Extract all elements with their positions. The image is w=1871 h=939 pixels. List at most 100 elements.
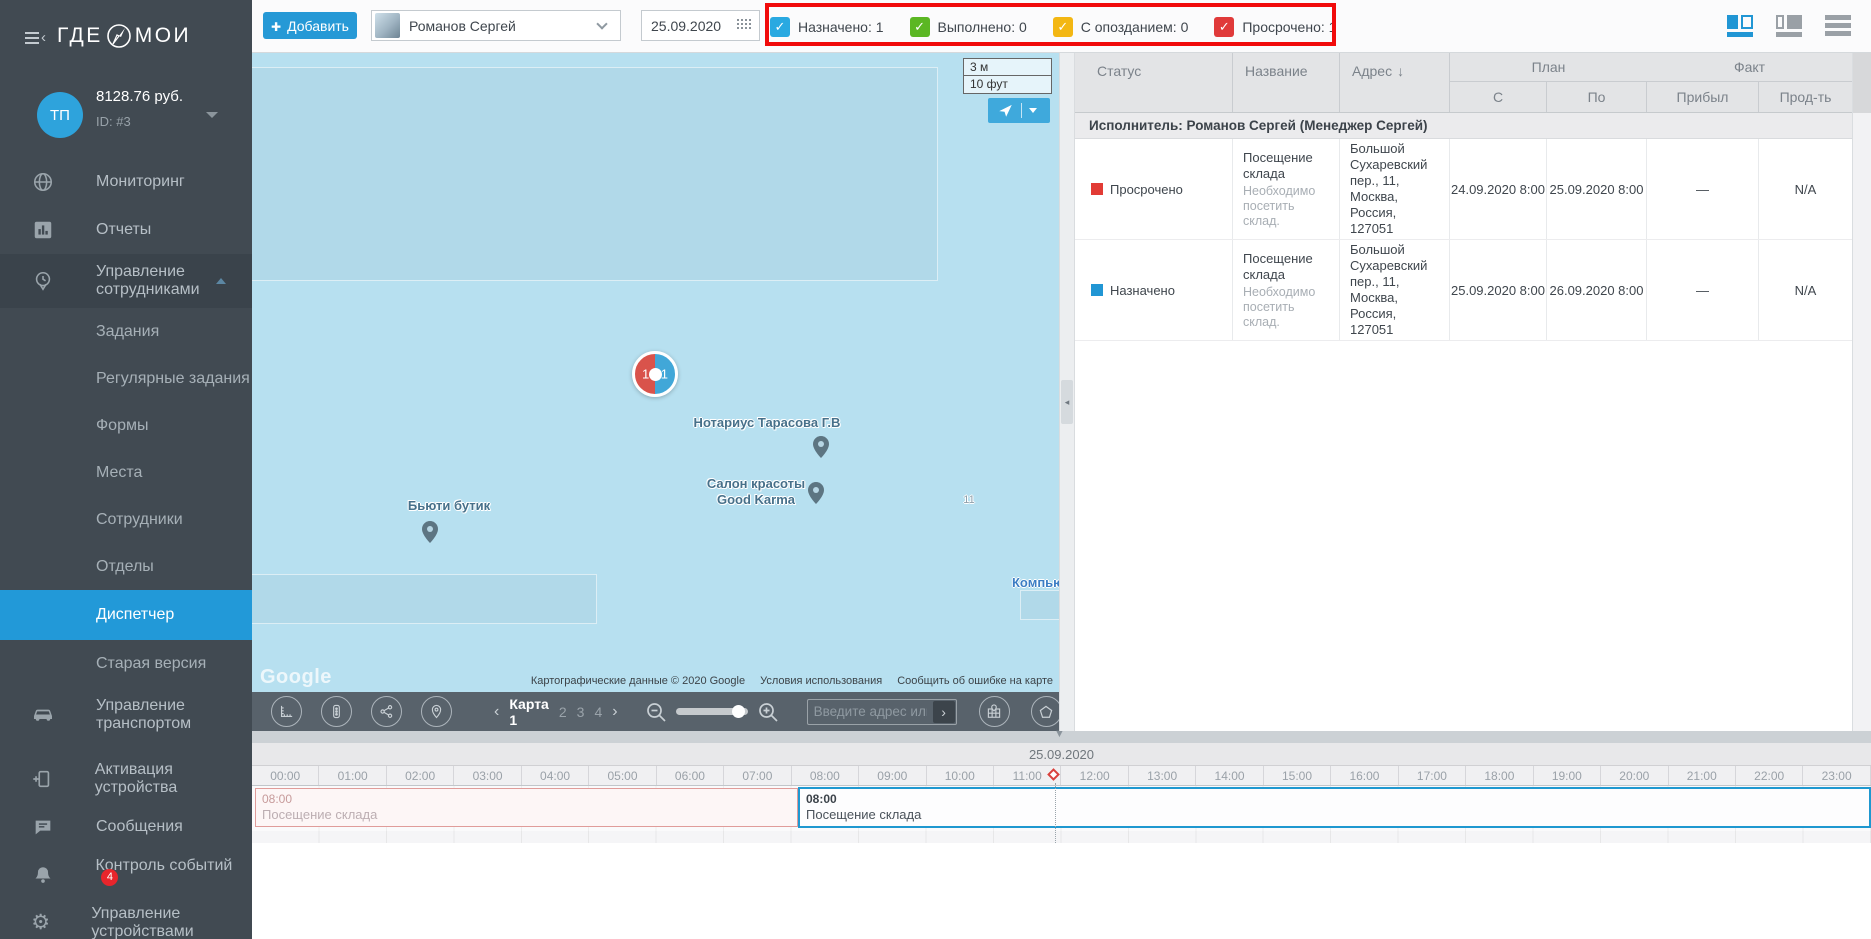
column-header-plan[interactable]: План bbox=[1450, 53, 1647, 82]
logo-text-left: ГДЕ bbox=[57, 24, 103, 48]
timeline-splitter[interactable]: ▼ bbox=[252, 731, 1871, 743]
zoom-slider-knob[interactable] bbox=[732, 705, 745, 718]
sidebar-item-monitoring[interactable]: Мониторинг bbox=[0, 158, 252, 206]
chevron-down-icon[interactable] bbox=[1029, 108, 1037, 113]
map-canvas[interactable]: 1 1 Нотариус Тарасова Г.В Салон красоты … bbox=[252, 53, 1059, 731]
layout-rows-icon[interactable] bbox=[1825, 15, 1851, 37]
prev-map-button[interactable]: ‹ bbox=[494, 703, 499, 721]
avatar: ТП bbox=[37, 92, 83, 138]
column-header-to[interactable]: По bbox=[1547, 82, 1647, 112]
chevron-up-icon bbox=[216, 278, 226, 284]
column-header-status[interactable]: Статус bbox=[1075, 53, 1233, 112]
sidebar-item-label: Места bbox=[96, 464, 142, 482]
sidebar-item-reports[interactable]: Отчеты bbox=[0, 206, 252, 254]
task-cluster-marker[interactable]: 1 1 bbox=[632, 351, 678, 397]
share-route-button[interactable] bbox=[371, 696, 402, 727]
sidebar-item-event-control[interactable]: Контроль событий4 bbox=[0, 851, 252, 899]
map-page-3[interactable]: 3 bbox=[577, 704, 585, 720]
address-search-go-button[interactable]: › bbox=[933, 701, 955, 723]
zoom-out-icon[interactable] bbox=[644, 700, 668, 724]
sidebar-item-label: Задания bbox=[96, 323, 159, 341]
table-row[interactable]: Назначено Посещение склада Необходимо по… bbox=[1075, 240, 1852, 341]
filter-label: Выполнено: 0 bbox=[938, 19, 1027, 35]
address-cell: Большой Сухаревский пер., 11, Москва, Ро… bbox=[1340, 139, 1450, 239]
column-header-duration[interactable]: Прод-ть bbox=[1759, 82, 1852, 112]
column-header-name[interactable]: Название bbox=[1233, 53, 1340, 112]
checkbox-checked-icon bbox=[1214, 17, 1234, 37]
hour-tick: 01:00 bbox=[319, 766, 386, 785]
sidebar-item-employees[interactable]: Сотрудники bbox=[0, 496, 252, 543]
date-input[interactable]: 25.09.2020 bbox=[641, 10, 760, 41]
user-account[interactable]: ТП 8128.76 руб. ID: #3 bbox=[0, 88, 252, 148]
vertical-scrollbar[interactable] bbox=[1852, 53, 1871, 731]
table-row[interactable]: Просрочено Посещение склада Необходимо п… bbox=[1075, 139, 1852, 240]
sidebar-item-old-version[interactable]: Старая версия bbox=[0, 640, 252, 687]
next-map-button[interactable]: › bbox=[612, 703, 617, 721]
plan-from-cell: 25.09.2020 8:00 bbox=[1450, 240, 1547, 340]
traffic-tool-button[interactable] bbox=[321, 696, 352, 727]
sidebar-menu: Мониторинг Отчеты Управление сот bbox=[0, 158, 252, 939]
places-layer-button[interactable] bbox=[421, 696, 452, 727]
layout-table-map-icon[interactable] bbox=[1776, 15, 1802, 37]
task-bar-overdue[interactable]: 08:00 Посещение склада bbox=[255, 788, 798, 827]
hour-tick: 13:00 bbox=[1129, 766, 1196, 785]
task-bar-assigned[interactable]: 08:00 Посещение склада bbox=[798, 787, 1871, 828]
column-header-fact[interactable]: Факт bbox=[1647, 53, 1852, 82]
user-balance: 8128.76 руб. bbox=[96, 88, 183, 105]
column-header-from[interactable]: С bbox=[1450, 82, 1547, 112]
pin-clock-icon bbox=[30, 270, 56, 292]
filter-completed[interactable]: Выполнено: 0 bbox=[910, 17, 1027, 37]
sidebar-item-tasks[interactable]: Задания bbox=[0, 308, 252, 355]
panel-splitter[interactable]: ◂ bbox=[1059, 53, 1075, 731]
car-icon bbox=[30, 703, 56, 727]
map-page-4[interactable]: 4 bbox=[594, 704, 602, 720]
collapse-sidebar-icon[interactable]: ‹ bbox=[25, 30, 55, 46]
sidebar-item-places[interactable]: Места bbox=[0, 449, 252, 496]
zoom-slider[interactable] bbox=[676, 708, 748, 715]
sidebar-item-forms[interactable]: Формы bbox=[0, 402, 252, 449]
hour-tick: 21:00 bbox=[1669, 766, 1736, 785]
filter-late[interactable]: С опозданием: 0 bbox=[1053, 17, 1189, 37]
map-page-current[interactable]: Карта 1 bbox=[509, 696, 549, 728]
chevron-down-icon bbox=[596, 18, 607, 29]
address-cell: Большой Сухаревский пер., 11, Москва, Ро… bbox=[1340, 240, 1450, 340]
geofence-button[interactable] bbox=[1031, 696, 1059, 727]
locate-button[interactable] bbox=[988, 98, 1050, 123]
sidebar-item-departments[interactable]: Отделы bbox=[0, 543, 252, 590]
sidebar-item-messages[interactable]: Сообщения bbox=[0, 803, 252, 851]
column-header-address[interactable]: Адрес ↓ bbox=[1340, 53, 1450, 112]
employee-name: Романов Сергей bbox=[409, 18, 598, 34]
column-header-arrived[interactable]: Прибыл bbox=[1647, 82, 1759, 112]
geocode-map-button[interactable] bbox=[979, 696, 1010, 727]
hour-tick: 08:00 bbox=[792, 766, 859, 785]
gear-icon: ⚙ bbox=[30, 913, 51, 933]
add-task-button[interactable]: Добавить bbox=[263, 12, 357, 39]
zoom-in-icon[interactable] bbox=[756, 700, 780, 724]
report-error-link[interactable]: Сообщить об ошибке на карте bbox=[897, 675, 1053, 687]
address-search-input[interactable] bbox=[808, 704, 933, 719]
checkbox-checked-icon bbox=[910, 17, 930, 37]
sidebar-item-device-management[interactable]: ⚙ Управление устройствами bbox=[0, 899, 252, 939]
splitter-handle[interactable]: ◂ bbox=[1061, 380, 1073, 424]
ruler-tool-button[interactable] bbox=[271, 696, 302, 727]
terms-link[interactable]: Условия использования bbox=[760, 675, 882, 687]
map-pin-icon[interactable] bbox=[421, 520, 439, 544]
map-pin-icon[interactable] bbox=[812, 435, 830, 459]
employee-select[interactable]: Романов Сергей bbox=[371, 10, 621, 41]
hour-tick: 22:00 bbox=[1736, 766, 1803, 785]
sidebar-item-transport-management[interactable]: Управление транспортом bbox=[0, 687, 252, 743]
filter-assigned[interactable]: Назначено: 1 bbox=[770, 17, 884, 37]
map-page-2[interactable]: 2 bbox=[559, 704, 567, 720]
sidebar-item-label: Старая версия bbox=[96, 655, 206, 673]
sidebar-item-dispatcher[interactable]: Диспетчер bbox=[0, 590, 252, 640]
sidebar-item-device-activation[interactable]: Активация устройства bbox=[0, 755, 252, 803]
map-pin-icon[interactable] bbox=[807, 481, 825, 505]
user-id: ID: #3 bbox=[96, 114, 183, 129]
hour-tick: 09:00 bbox=[859, 766, 926, 785]
map-attribution: Картографические данные © 2020 Google Ус… bbox=[531, 675, 1053, 687]
filter-overdue[interactable]: Просрочено: 1 bbox=[1214, 17, 1336, 37]
sidebar-item-recurring-tasks[interactable]: Регулярные задания bbox=[0, 355, 252, 402]
plan-to-cell: 26.09.2020 8:00 bbox=[1547, 240, 1647, 340]
sidebar-group-employee-management[interactable]: Управление сотрудниками bbox=[0, 254, 252, 308]
layout-map-table-icon[interactable] bbox=[1727, 15, 1753, 37]
